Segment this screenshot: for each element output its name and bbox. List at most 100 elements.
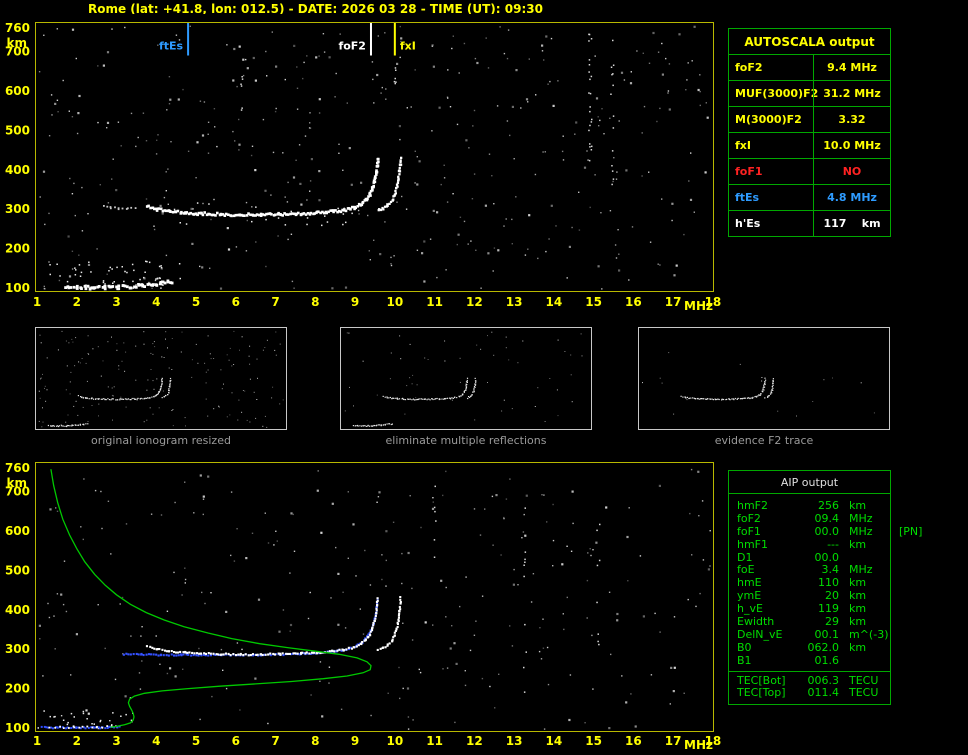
x-tick-label: 10 <box>386 295 403 309</box>
x-tick-label: 1 <box>33 734 41 748</box>
aip-row-foF1: foF1 00.0 MHz [PN] <box>729 524 922 539</box>
autoscala-param-value: 4.8 MHz <box>813 185 890 210</box>
y-tick-label: 300 <box>5 642 30 656</box>
x-tick-label: 14 <box>546 295 563 309</box>
x-tick-label: 5 <box>192 734 200 748</box>
blue_es-trace <box>40 725 121 730</box>
ftEs-marker-label: ftEs <box>159 40 184 53</box>
thumbnail-caption-original: original ionogram resized <box>91 434 231 447</box>
noise-layer <box>38 25 709 290</box>
aip-param-value: --- <box>827 537 839 551</box>
aip-row-DelN_vE: DelN_vE 00.1 m^(-3) <box>729 627 890 642</box>
autoscala-window: Rome (lat: +41.8, lon: 012.5) - DATE: 20… <box>0 0 968 755</box>
autoscala-row-foF2: foF2 9.4 MHz <box>729 54 890 80</box>
x-tick-label: 2 <box>73 734 81 748</box>
autoscala-param-value: 117 km <box>813 211 890 236</box>
aip-param-flag: [PN] <box>899 524 923 538</box>
es-trace <box>64 279 174 291</box>
x-tick-label: 7 <box>271 734 279 748</box>
autoscala-row-foF1: foF1 NO <box>729 158 890 184</box>
km-axis-label: km <box>7 476 27 490</box>
aip-row-hmF1: hmF1 --- km <box>729 537 890 552</box>
autoscala-param-value: 31.2 MHz <box>813 81 890 106</box>
thumbnail-border <box>35 327 287 430</box>
y-tick-label: 500 <box>5 123 30 137</box>
aip-param-unit: km <box>849 537 867 551</box>
aip-param-label: DelN_vE <box>737 627 783 641</box>
x-tick-label: 6 <box>232 295 240 309</box>
aip-param-value: 01.6 <box>814 653 840 667</box>
aip-param-unit: km <box>849 640 867 654</box>
x-tick-label: 16 <box>625 734 642 748</box>
y-tick-label: 100 <box>5 721 30 735</box>
aip-row-hmF2: hmF2 256 km <box>729 499 890 513</box>
aip-param-value: 00.1 <box>814 627 840 641</box>
autoscala-param-label: h'Es <box>735 217 761 230</box>
x-tick-label: 3 <box>112 734 120 748</box>
autoscala-param-label: MUF(3000)F2 <box>735 87 819 100</box>
thumbnail-border <box>340 327 592 430</box>
autoscala-param-label: fxI <box>735 139 751 152</box>
aip-param-value: 29 <box>825 615 839 629</box>
profile-curve <box>50 469 372 728</box>
x-tick-label: 17 <box>665 295 682 309</box>
x-tick-label: 1 <box>33 295 41 309</box>
x-tick-label: 9 <box>351 295 359 309</box>
autoscala-row-MUF(3000)F2: MUF(3000)F2 31.2 MHz <box>729 80 890 106</box>
aip-param-unit: km <box>849 499 867 512</box>
thumbnail-caption-reflections: eliminate multiple reflections <box>385 434 547 447</box>
autoscala-table-title: AUTOSCALA output <box>744 34 875 49</box>
x-tick-label: 6 <box>232 734 240 748</box>
mhz-axis-label: MHz <box>684 738 713 752</box>
x-tick-label: 4 <box>152 734 160 748</box>
aip-row-foF2: foF2 09.4 MHz <box>729 511 890 526</box>
x-tick-label: 11 <box>426 734 443 748</box>
aip-param-label: TEC[Top] <box>737 686 786 700</box>
aip-param-label: foF2 <box>737 511 761 525</box>
y-tick-label: 600 <box>5 524 30 538</box>
fx-trace <box>376 596 402 651</box>
aip-param-value: 011.4 <box>807 686 840 700</box>
y-tick-label: 500 <box>5 563 30 577</box>
autoscala-param-value: NO <box>813 159 890 184</box>
autoscala-param-value: 10.0 MHz <box>813 133 890 158</box>
thumbnail-original-ionogram <box>35 327 287 430</box>
thumbnail-f2-trace <box>638 327 890 430</box>
x-tick-label: 10 <box>386 734 403 748</box>
y-tick-label: 400 <box>5 603 30 617</box>
aip-param-unit: MHz <box>849 524 873 538</box>
x-tick-label: 12 <box>466 295 483 309</box>
autoscala-output-table: AUTOSCALA output foF2 9.4 MHz MUF(3000)F2 3… <box>728 28 891 237</box>
y-tick-label: 760 <box>5 21 30 35</box>
autoscala-param-label: foF1 <box>735 165 763 178</box>
aip-row-B0: B0 062.0 km <box>729 640 890 655</box>
autoscala-row-ftEs: ftEs 4.8 MHz <box>729 184 890 210</box>
x-tick-label: 13 <box>506 734 523 748</box>
km-axis-label: km <box>7 36 27 50</box>
aip-param-unit: TECU <box>849 686 879 700</box>
aip-tec-rows: TEC[Bot] 006.3 TECU TEC[Top] 011.4 TECU <box>729 670 890 705</box>
autoscala-param-label: M(3000)F2 <box>735 113 802 126</box>
y-tick-label: 600 <box>5 84 30 98</box>
autoscala-row-h'Es: h'Es 117 km <box>729 210 890 236</box>
y-tick-label: 300 <box>5 202 30 216</box>
mhz-axis-label: MHz <box>684 299 713 313</box>
aip-param-label: B1 <box>737 653 752 667</box>
x-tick-label: 7 <box>271 295 279 309</box>
aip-param-label: hmF2 <box>737 499 769 512</box>
aip-output-table: AIP output hmF2 256 km foF2 09.4 MHz foF1 00.0 M… <box>728 470 922 706</box>
aip-param-unit: km <box>849 615 867 629</box>
y-tick-label: 100 <box>5 281 30 295</box>
autoscala-param-value: 3.32 <box>813 107 890 132</box>
aip-param-label: foF1 <box>737 524 761 538</box>
autoscala-param-label: foF2 <box>735 61 763 74</box>
aip-param-value: 062.0 <box>807 640 840 654</box>
aip-param-unit: m^(-3) <box>849 627 889 641</box>
x-tick-label: 16 <box>625 295 642 309</box>
autoscala-param-label: ftEs <box>735 191 760 204</box>
thumbnail-caption-f2: evidence F2 trace <box>714 434 814 447</box>
x-tick-label: 11 <box>426 295 443 309</box>
x-tick-label: 8 <box>311 295 319 309</box>
noise-layer <box>37 468 711 730</box>
thumbnail-border <box>638 327 890 430</box>
